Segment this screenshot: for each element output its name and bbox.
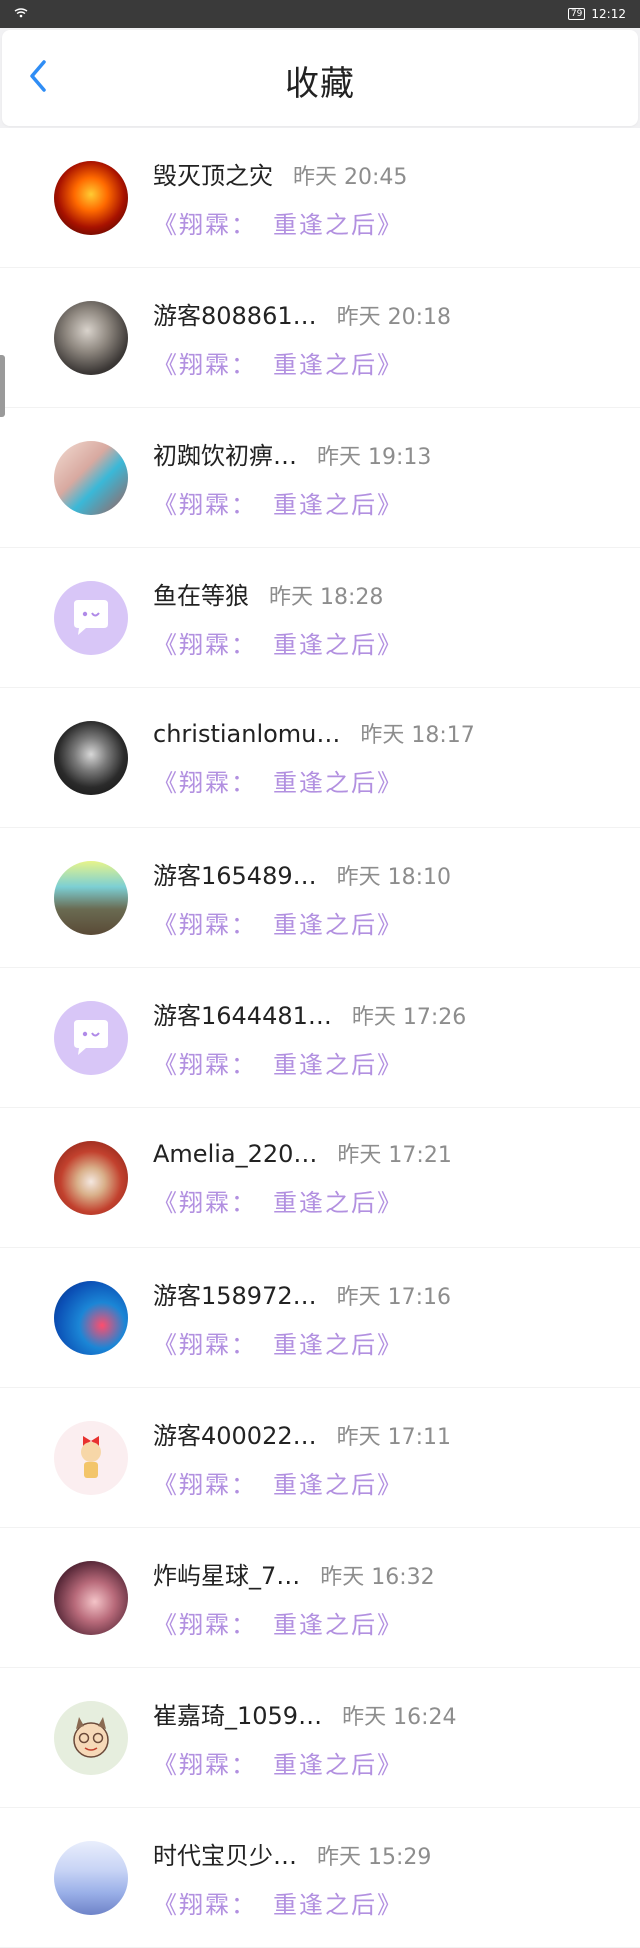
user-name[interactable]: christianlomu… <box>153 720 340 748</box>
timestamp: 昨天 20:18 <box>336 304 452 330</box>
list-item[interactable]: 崔嘉琦_1059… 昨天 16:24 《翔霖： 重逢之后》 <box>0 1668 640 1808</box>
page-title: 收藏 <box>285 64 355 104</box>
list-item[interactable]: 炸屿星球_7… 昨天 16:32 《翔霖： 重逢之后》 <box>0 1528 640 1668</box>
avatar[interactable] <box>54 300 128 375</box>
timestamp: 昨天 19:13 <box>317 444 432 470</box>
work-title[interactable]: 《翔霖： 重逢之后》 <box>153 1605 435 1640</box>
list-item[interactable]: 初踟饮初痹… 昨天 19:13 《翔霖： 重逢之后》 <box>0 408 640 548</box>
timestamp: 昨天 16:32 <box>320 1564 435 1590</box>
work-title[interactable]: 《翔霖： 重逢之后》 <box>153 205 407 240</box>
avatar[interactable] <box>54 1700 128 1775</box>
list-item[interactable]: 鱼在等狼 昨天 18:28 《翔霖： 重逢之后》 <box>0 548 640 688</box>
item-text: christianlomu… 昨天 18:17 《翔霖： 重逢之后》 <box>153 717 475 798</box>
avatar[interactable] <box>54 720 128 795</box>
avatar[interactable] <box>54 860 128 935</box>
work-title[interactable]: 《翔霖： 重逢之后》 <box>153 345 451 380</box>
default-avatar-icon[interactable] <box>54 1000 128 1075</box>
timestamp: 昨天 17:21 <box>337 1143 452 1168</box>
user-name[interactable]: 游客165489… <box>153 856 317 891</box>
timestamp: 昨天 17:26 <box>351 1004 467 1030</box>
work-title[interactable]: 《翔霖： 重逢之后》 <box>153 763 475 798</box>
user-name[interactable]: 初踟饮初痹… <box>153 436 297 471</box>
list-item[interactable]: Amelia_220… 昨天 17:21 《翔霖： 重逢之后》 <box>0 1108 640 1248</box>
work-title[interactable]: 《翔霖： 重逢之后》 <box>153 1045 466 1080</box>
item-text: 游客158972… 昨天 17:16 《翔霖： 重逢之后》 <box>153 1276 451 1360</box>
avatar[interactable] <box>54 1280 128 1355</box>
list-item[interactable]: christianlomu… 昨天 18:17 《翔霖： 重逢之后》 <box>0 688 640 828</box>
item-text: 崔嘉琦_1059… 昨天 16:24 《翔霖： 重逢之后》 <box>153 1696 456 1780</box>
avatar[interactable] <box>54 440 128 515</box>
user-name[interactable]: 游客400022… <box>153 1416 317 1451</box>
default-avatar-icon[interactable] <box>54 580 128 655</box>
work-title[interactable]: 《翔霖： 重逢之后》 <box>153 1745 456 1780</box>
work-title[interactable]: 《翔霖： 重逢之后》 <box>153 1465 451 1500</box>
user-name[interactable]: 游客158972… <box>153 1276 317 1311</box>
wifi-icon <box>14 7 28 21</box>
status-time: 12:12 <box>591 7 626 21</box>
work-title[interactable]: 《翔霖： 重逢之后》 <box>153 625 403 660</box>
list-item[interactable]: 游客1644481… 昨天 17:26 《翔霖： 重逢之后》 <box>0 968 640 1108</box>
user-name[interactable]: Amelia_220… <box>153 1140 317 1168</box>
item-text: 毁灭顶之灾 昨天 20:45 《翔霖： 重逢之后》 <box>153 156 407 240</box>
list-item[interactable]: 游客165489… 昨天 18:10 《翔霖： 重逢之后》 <box>0 828 640 968</box>
side-drawer-handle[interactable] <box>0 355 5 417</box>
favorites-list: 毁灭顶之灾 昨天 20:45 《翔霖： 重逢之后》 游客808861… 昨天 20:1… <box>0 128 640 1948</box>
user-name[interactable]: 鱼在等狼 <box>153 576 249 611</box>
item-text: 炸屿星球_7… 昨天 16:32 《翔霖： 重逢之后》 <box>153 1556 435 1640</box>
item-text: 初踟饮初痹… 昨天 19:13 《翔霖： 重逢之后》 <box>153 436 431 520</box>
work-title[interactable]: 《翔霖： 重逢之后》 <box>153 1885 431 1920</box>
list-item[interactable]: 游客400022… 昨天 17:11 《翔霖： 重逢之后》 <box>0 1388 640 1528</box>
work-title[interactable]: 《翔霖： 重逢之后》 <box>153 485 431 520</box>
item-text: 游客808861… 昨天 20:18 《翔霖： 重逢之后》 <box>153 296 451 380</box>
timestamp: 昨天 17:16 <box>336 1284 452 1310</box>
item-text: Amelia_220… 昨天 17:21 《翔霖： 重逢之后》 <box>153 1137 452 1218</box>
avatar[interactable] <box>54 160 128 235</box>
item-text: 鱼在等狼 昨天 18:28 《翔霖： 重逢之后》 <box>153 576 403 660</box>
user-name[interactable]: 崔嘉琦_1059… <box>153 1696 322 1731</box>
battery-icon: 79 <box>567 8 586 20</box>
user-name[interactable]: 炸屿星球_7… <box>153 1556 300 1591</box>
timestamp: 昨天 15:29 <box>317 1844 432 1870</box>
work-title[interactable]: 《翔霖： 重逢之后》 <box>153 905 451 940</box>
user-name[interactable]: 游客808861… <box>153 296 317 331</box>
list-item[interactable]: 游客158972… 昨天 17:16 《翔霖： 重逢之后》 <box>0 1248 640 1388</box>
page-header: 收藏 <box>2 30 638 126</box>
avatar[interactable] <box>54 1140 128 1215</box>
timestamp: 昨天 18:10 <box>336 864 452 890</box>
avatar[interactable] <box>54 1840 128 1915</box>
timestamp: 昨天 18:28 <box>269 584 384 610</box>
list-item[interactable]: 游客808861… 昨天 20:18 《翔霖： 重逢之后》 <box>0 268 640 408</box>
timestamp: 昨天 17:11 <box>336 1424 452 1450</box>
work-title[interactable]: 《翔霖： 重逢之后》 <box>153 1183 452 1218</box>
timestamp: 昨天 16:24 <box>342 1704 457 1730</box>
avatar[interactable] <box>54 1420 128 1495</box>
timestamp: 昨天 20:45 <box>293 164 408 190</box>
work-title[interactable]: 《翔霖： 重逢之后》 <box>153 1325 451 1360</box>
item-text: 游客1644481… 昨天 17:26 《翔霖： 重逢之后》 <box>153 996 466 1080</box>
status-bar: 79 12:12 <box>0 0 640 28</box>
status-right: 79 12:12 <box>567 7 626 21</box>
user-name[interactable]: 毁灭顶之灾 <box>153 156 273 191</box>
item-text: 游客165489… 昨天 18:10 《翔霖： 重逢之后》 <box>153 856 451 940</box>
item-text: 时代宝贝少… 昨天 15:29 《翔霖： 重逢之后》 <box>153 1836 431 1920</box>
item-text: 游客400022… 昨天 17:11 《翔霖： 重逢之后》 <box>153 1416 451 1500</box>
list-item[interactable]: 时代宝贝少… 昨天 15:29 《翔霖： 重逢之后》 <box>0 1808 640 1948</box>
avatar[interactable] <box>54 1560 128 1635</box>
timestamp: 昨天 18:17 <box>360 723 475 748</box>
user-name[interactable]: 游客1644481… <box>153 996 332 1031</box>
user-name[interactable]: 时代宝贝少… <box>153 1836 297 1871</box>
list-item[interactable]: 毁灭顶之灾 昨天 20:45 《翔霖： 重逢之后》 <box>0 128 640 268</box>
